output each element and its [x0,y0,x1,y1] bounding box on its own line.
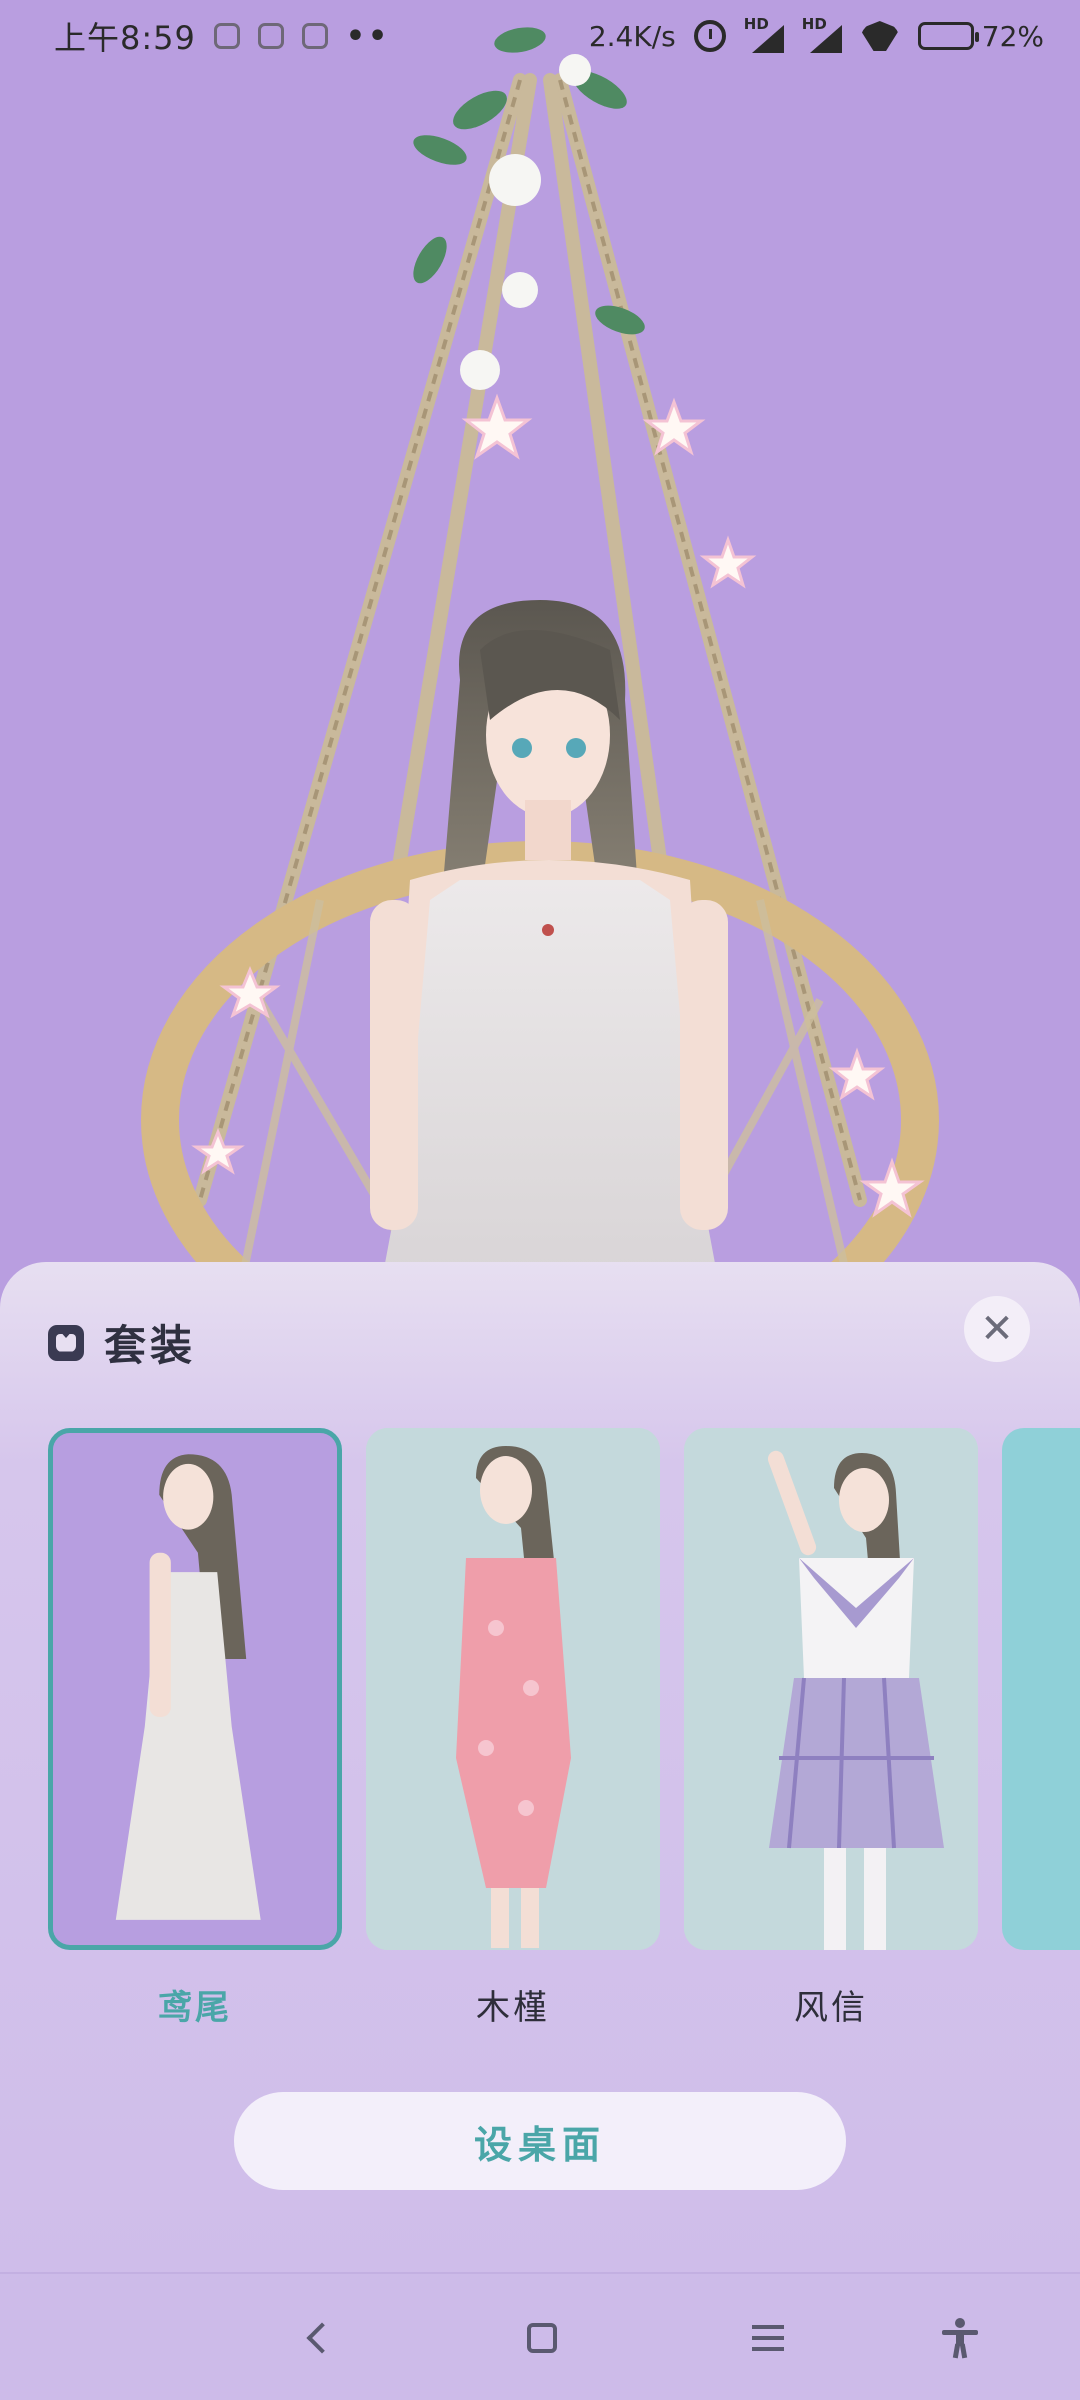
swing-scene-illustration [141,27,939,1290]
battery-indicator: 72% [917,19,1044,53]
outfit-carousel[interactable]: 鸢尾 木槿 风信 [48,1428,1080,2028]
battery-icon [917,22,979,50]
menu-icon [752,2325,784,2351]
back-button[interactable] [296,2312,348,2364]
signal-icon: HD [744,15,784,53]
outfit-sheet: 套装 ✕ 鸢尾 木槿 风信 设桌面 [0,1262,1080,2272]
network-speed: 2.4K/s [588,19,676,53]
home-icon [527,2323,557,2353]
outfit-preview-lace-dress [53,1436,337,1942]
outfit-preview-school-uniform [684,1428,978,1950]
back-icon [306,2322,338,2354]
wifi-icon [860,21,900,51]
outfit-card-mujin[interactable] [366,1428,660,1950]
home-button[interactable] [516,2312,568,2364]
hero-scene [0,0,1080,1290]
signal-icon: HD [802,15,842,53]
close-button[interactable]: ✕ [964,1296,1030,1362]
set-desktop-button[interactable]: 设桌面 [234,2092,846,2190]
outfit-preview-qipao [366,1428,660,1950]
sheet-header: 套装 [48,1312,196,1373]
more-notifications-indicator: •• [345,18,391,54]
notification-icon [213,23,240,49]
battery-percent: 72% [981,19,1044,53]
outfit-label[interactable]: 鸢尾 [48,1980,342,2028]
sheet-title: 套装 [104,1321,197,1370]
accessibility-icon [942,2318,978,2359]
accessibility-button[interactable] [934,2312,986,2364]
navigation-bar [0,2272,1080,2400]
outfit-card-fengxin[interactable] [684,1428,978,1950]
outfit-label[interactable]: 木槿 [366,1980,660,2028]
outfit-icon [48,1324,84,1361]
outfit-label[interactable]: 风信 [684,1980,978,2028]
recents-button[interactable] [742,2312,794,2364]
status-time: 上午8:59 [54,19,196,57]
alarm-icon [693,20,726,52]
outfit-card-partial[interactable] [1002,1428,1080,1950]
notification-icon [301,23,328,49]
outfit-card-yuanwei[interactable] [48,1428,342,1950]
close-icon: ✕ [980,1306,1014,1352]
status-bar: 上午8:59 •• 2.4K/s HD HD 72% [0,0,1080,72]
notification-icon [257,23,284,49]
